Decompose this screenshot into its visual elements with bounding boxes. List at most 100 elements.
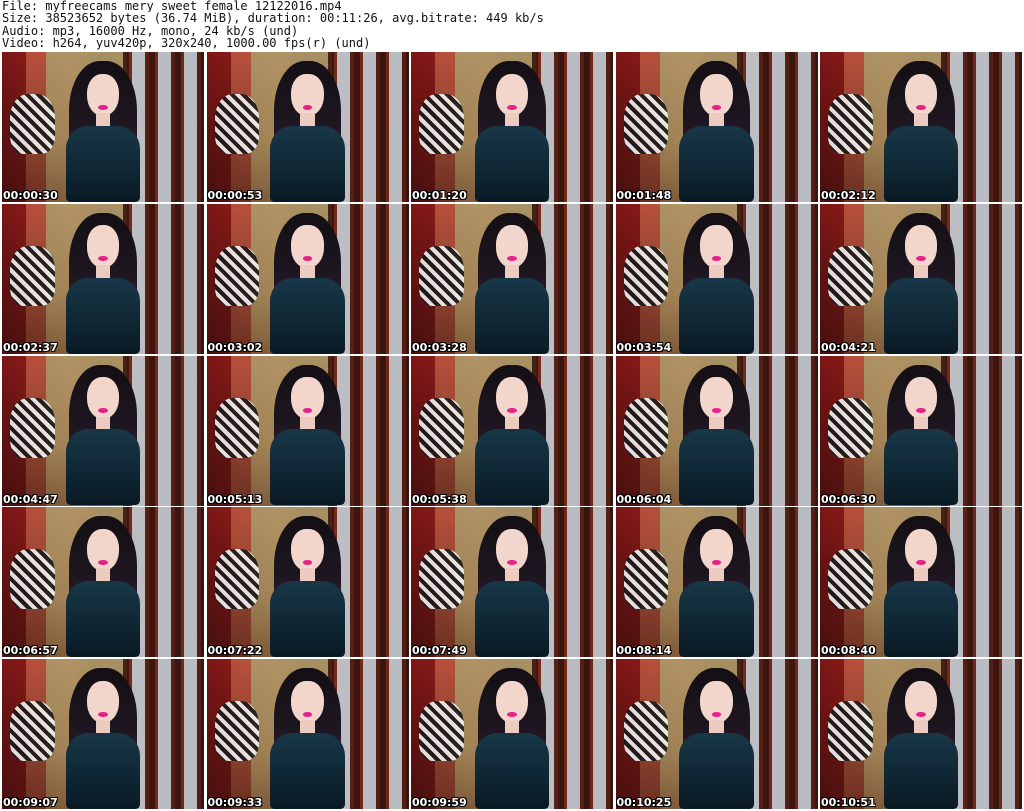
thumbnail-timestamp: 00:05:38 bbox=[412, 492, 467, 506]
thumbnail-timestamp: 00:06:04 bbox=[616, 492, 672, 506]
person-figure bbox=[63, 212, 144, 354]
video-thumbnail: 00:09:33 bbox=[206, 659, 409, 809]
thumbnail-timestamp: 00:10:51 bbox=[821, 796, 876, 809]
thumbnail-timestamp: 00:01:20 bbox=[412, 189, 467, 202]
video-thumbnail: 00:01:20 bbox=[411, 52, 613, 202]
zebra-plush bbox=[419, 245, 464, 306]
thumbnail-timestamp: 00:08:40 bbox=[821, 644, 876, 658]
video-thumbnail: 00:05:13 bbox=[206, 355, 409, 506]
zebra-plush bbox=[828, 701, 873, 761]
face bbox=[291, 377, 324, 420]
thumbnail-timestamp: 00:02:37 bbox=[3, 340, 58, 354]
dark-top bbox=[65, 125, 141, 202]
video-thumbnail: 00:02:37 bbox=[2, 203, 204, 354]
zebra-plush bbox=[10, 549, 55, 610]
person-figure bbox=[267, 61, 348, 202]
face bbox=[700, 680, 733, 723]
thumbnail-timestamp: 00:06:30 bbox=[821, 492, 876, 506]
lips bbox=[507, 408, 517, 414]
person-figure bbox=[676, 668, 757, 809]
video-thumbnail: 00:03:02 bbox=[206, 203, 409, 354]
person-figure bbox=[676, 516, 757, 658]
thumbnail-timestamp: 00:02:12 bbox=[821, 189, 876, 202]
lips bbox=[916, 104, 926, 110]
thumbnail-timestamp: 00:07:22 bbox=[207, 644, 263, 658]
face bbox=[700, 377, 733, 420]
lips bbox=[98, 104, 108, 110]
video-thumbnail: 00:06:30 bbox=[820, 355, 1022, 506]
video-thumbnail: 00:06:57 bbox=[2, 507, 204, 658]
zebra-plush bbox=[623, 94, 669, 154]
face bbox=[495, 73, 529, 116]
dark-top bbox=[474, 581, 550, 658]
thumbnail-timestamp: 00:07:49 bbox=[412, 644, 467, 658]
lips bbox=[711, 711, 722, 717]
face bbox=[86, 528, 120, 572]
video-thumbnail: 00:09:07 bbox=[2, 659, 204, 809]
neck bbox=[913, 264, 929, 279]
dark-top bbox=[270, 581, 345, 658]
dark-top bbox=[679, 429, 754, 506]
zebra-plush bbox=[419, 549, 464, 610]
dark-top bbox=[65, 581, 141, 658]
zebra-plush bbox=[828, 549, 873, 610]
person-figure bbox=[472, 212, 553, 354]
person-figure bbox=[63, 364, 144, 506]
dark-top bbox=[883, 732, 959, 809]
zebra-plush bbox=[10, 701, 55, 761]
thumbnail-timestamp: 00:03:54 bbox=[616, 340, 672, 354]
lips bbox=[98, 408, 108, 414]
thumbnail-timestamp: 00:06:57 bbox=[3, 644, 58, 658]
zebra-plush bbox=[419, 94, 464, 154]
lips bbox=[507, 104, 517, 110]
dark-top bbox=[474, 429, 550, 506]
face bbox=[86, 225, 120, 268]
video-thumbnail: 00:08:14 bbox=[615, 507, 818, 658]
person-figure bbox=[267, 516, 348, 658]
person-figure bbox=[881, 212, 962, 354]
face bbox=[904, 73, 938, 116]
zebra-plush bbox=[828, 245, 873, 306]
lips bbox=[916, 711, 926, 717]
zebra-plush bbox=[10, 94, 55, 154]
zebra-plush bbox=[623, 701, 669, 761]
thumbnail-timestamp: 00:00:53 bbox=[207, 189, 263, 202]
face bbox=[700, 225, 733, 268]
dark-top bbox=[65, 277, 141, 354]
video-thumbnail: 00:05:38 bbox=[411, 355, 613, 506]
thumbnail-timestamp: 00:01:48 bbox=[616, 189, 672, 202]
face bbox=[495, 377, 529, 420]
person-figure bbox=[472, 516, 553, 658]
person-figure bbox=[472, 61, 553, 202]
face bbox=[904, 377, 938, 420]
person-figure bbox=[63, 668, 144, 809]
face bbox=[86, 73, 120, 116]
zebra-plush bbox=[214, 245, 260, 306]
dark-top bbox=[883, 581, 959, 658]
dark-top bbox=[270, 732, 345, 809]
thumbnail-timestamp: 00:09:59 bbox=[412, 796, 467, 809]
video-thumbnail: 00:10:51 bbox=[820, 659, 1022, 809]
video-thumbnail: 00:00:53 bbox=[206, 52, 409, 202]
person-figure bbox=[676, 61, 757, 202]
lips bbox=[507, 559, 517, 565]
video-thumbnail: 00:04:21 bbox=[820, 203, 1022, 354]
lips bbox=[98, 711, 108, 717]
dark-top bbox=[679, 581, 754, 658]
zebra-plush bbox=[10, 397, 55, 458]
zebra-plush bbox=[419, 397, 464, 458]
lips bbox=[507, 711, 517, 717]
thumbnail-timestamp: 00:04:47 bbox=[3, 492, 58, 506]
thumbnail-timestamp: 00:03:02 bbox=[207, 340, 263, 354]
zebra-plush bbox=[828, 397, 873, 458]
face bbox=[86, 680, 120, 723]
neck bbox=[95, 264, 111, 279]
face bbox=[291, 528, 324, 572]
audio-info-line: Audio: mp3, 16000 Hz, mono, 24 kb/s (und… bbox=[2, 24, 299, 38]
lips bbox=[302, 711, 313, 717]
dark-top bbox=[883, 277, 959, 354]
video-thumbnail: 00:07:22 bbox=[206, 507, 409, 658]
zebra-plush bbox=[214, 701, 260, 761]
thumbnail-timestamp: 00:10:25 bbox=[616, 796, 672, 809]
dark-top bbox=[883, 429, 959, 506]
